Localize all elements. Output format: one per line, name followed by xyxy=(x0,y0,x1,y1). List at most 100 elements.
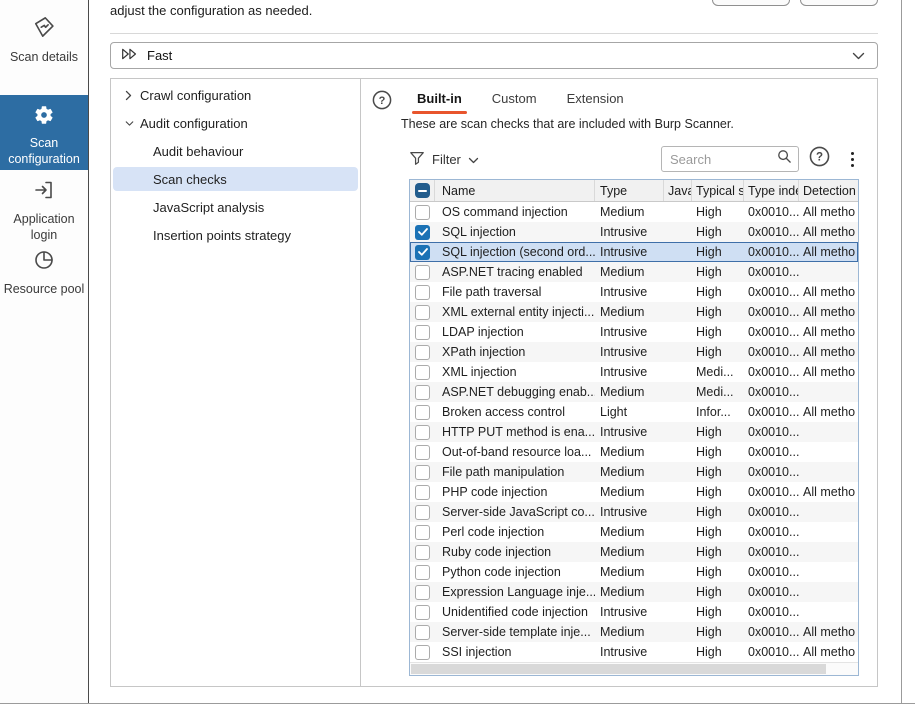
row-checkbox[interactable] xyxy=(415,344,430,360)
row-checkbox[interactable] xyxy=(415,224,430,240)
table-row[interactable]: Perl code injection Medium High 0x0010..… xyxy=(410,522,858,542)
row-checkbox[interactable] xyxy=(415,544,430,560)
tab-built-in[interactable]: Built-in xyxy=(412,89,467,114)
tree-item-insertion-points-strategy[interactable]: Insertion points strategy xyxy=(111,221,360,249)
table-row[interactable]: Python code injection Medium High 0x0010… xyxy=(410,562,858,582)
tree-item-scan-checks[interactable]: Scan checks xyxy=(113,167,358,191)
row-checkbox[interactable] xyxy=(415,204,430,220)
cell-name: Server-side JavaScript co... xyxy=(442,505,595,519)
tree-item-javascript-analysis[interactable]: JavaScript analysis xyxy=(111,193,360,221)
header-cell-type-index[interactable]: Type inde xyxy=(744,180,799,201)
header-cell-type[interactable]: Type xyxy=(595,180,664,201)
cell-name: Ruby code injection xyxy=(442,545,552,559)
table-row[interactable]: SSI injection Intrusive High 0x0010... A… xyxy=(410,642,858,662)
row-checkbox[interactable] xyxy=(415,384,430,400)
row-checkbox[interactable] xyxy=(415,304,430,320)
sidebar-item-resource-pool[interactable]: Resource pool xyxy=(0,248,88,297)
cell-java xyxy=(664,582,692,602)
table-row[interactable]: SQL injection Intrusive High 0x0010... A… xyxy=(410,222,858,242)
table-row[interactable]: OS command injection Medium High 0x0010.… xyxy=(410,202,858,222)
cell-type: Intrusive xyxy=(600,425,648,439)
table-row[interactable]: Ruby code injection Medium High 0x0010..… xyxy=(410,542,858,562)
row-checkbox[interactable] xyxy=(415,264,430,280)
svg-text:?: ? xyxy=(379,95,386,107)
row-checkbox[interactable] xyxy=(415,324,430,340)
scan-profile-select[interactable]: Fast xyxy=(110,42,878,69)
cell-java xyxy=(664,442,692,462)
row-checkbox[interactable] xyxy=(415,504,430,520)
row-checkbox[interactable] xyxy=(415,524,430,540)
table-row[interactable]: HTTP PUT method is ena... Intrusive High… xyxy=(410,422,858,442)
table-row[interactable]: ASP.NET tracing enabled Medium High 0x00… xyxy=(410,262,858,282)
cell-java xyxy=(664,542,692,562)
top-action-button-2[interactable] xyxy=(800,0,878,6)
scrollbar-thumb[interactable] xyxy=(411,664,826,674)
tree-item-label: Audit configuration xyxy=(140,115,248,131)
cell-detection xyxy=(799,442,859,462)
table-row[interactable]: XPath injection Intrusive High 0x0010...… xyxy=(410,342,858,362)
table-row[interactable]: XML external entity injecti... Medium Hi… xyxy=(410,302,858,322)
row-checkbox[interactable] xyxy=(415,624,430,640)
cell-type: Medium xyxy=(600,525,645,539)
sidebar-item-scan-configuration[interactable]: Scan configuration xyxy=(0,95,88,170)
top-action-button-1[interactable] xyxy=(712,0,790,6)
tab-custom[interactable]: Custom xyxy=(490,89,539,112)
cell-typical-severity: High xyxy=(696,605,722,619)
chevron-right-icon xyxy=(125,90,134,101)
search-input[interactable] xyxy=(670,151,777,167)
cell-detection xyxy=(799,562,859,582)
cell-type-index: 0x0010... xyxy=(748,545,799,559)
table-row[interactable]: ASP.NET debugging enab... Medium Medi...… xyxy=(410,382,858,402)
top-divider xyxy=(110,33,878,34)
table-row[interactable]: PHP code injection Medium High 0x0010...… xyxy=(410,482,858,502)
row-checkbox[interactable] xyxy=(415,584,430,600)
header-cell-typical-severity[interactable]: Typical s xyxy=(692,180,744,201)
tree-item-crawl-configuration[interactable]: Crawl configuration xyxy=(111,81,360,109)
table-row[interactable]: SQL injection (second ord... Intrusive H… xyxy=(410,242,858,262)
select-all-checkbox[interactable] xyxy=(414,183,430,198)
table-row[interactable]: Server-side template inje... Medium High… xyxy=(410,622,858,642)
table-row[interactable]: Broken access control Light Infor... 0x0… xyxy=(410,402,858,422)
table-row[interactable]: Expression Language inje... Medium High … xyxy=(410,582,858,602)
table-row[interactable]: File path traversal Intrusive High 0x001… xyxy=(410,282,858,302)
tree-item-audit-configuration[interactable]: Audit configuration xyxy=(111,109,360,137)
table-row[interactable]: Server-side JavaScript co... Intrusive H… xyxy=(410,502,858,522)
row-checkbox[interactable] xyxy=(415,644,430,660)
kebab-menu-icon[interactable] xyxy=(845,150,859,169)
cell-type-index: 0x0010... xyxy=(748,625,799,639)
sidebar-item-scan-details[interactable]: Scan details xyxy=(0,14,88,65)
header-cell-java[interactable]: Java xyxy=(664,180,692,201)
header-cell-checkbox[interactable] xyxy=(410,180,435,201)
help-icon[interactable]: ? xyxy=(809,146,830,172)
cell-java xyxy=(664,642,692,662)
table-row[interactable]: Out-of-band resource loa... Medium High … xyxy=(410,442,858,462)
row-checkbox[interactable] xyxy=(415,444,430,460)
cell-java xyxy=(664,382,692,402)
cell-typical-severity: High xyxy=(696,325,722,339)
table-row[interactable]: LDAP injection Intrusive High 0x0010... … xyxy=(410,322,858,342)
cell-typical-severity: High xyxy=(696,545,722,559)
row-checkbox[interactable] xyxy=(415,404,430,420)
filter-button[interactable]: Filter xyxy=(409,150,479,169)
table-row[interactable]: XML injection Intrusive Medi... 0x0010..… xyxy=(410,362,858,382)
table-body: OS command injection Medium High 0x0010.… xyxy=(410,202,858,662)
row-checkbox[interactable] xyxy=(415,284,430,300)
help-icon[interactable]: ? xyxy=(372,90,392,115)
tree-item-audit-behaviour[interactable]: Audit behaviour xyxy=(111,137,360,165)
table-row[interactable]: Unidentified code injection Intrusive Hi… xyxy=(410,602,858,622)
row-checkbox[interactable] xyxy=(415,364,430,380)
table-row[interactable]: File path manipulation Medium High 0x001… xyxy=(410,462,858,482)
row-checkbox[interactable] xyxy=(415,464,430,480)
horizontal-scrollbar[interactable] xyxy=(410,662,858,675)
row-checkbox[interactable] xyxy=(415,484,430,500)
header-cell-detection[interactable]: Detection xyxy=(799,180,859,201)
cell-type-index: 0x0010... xyxy=(748,285,799,299)
row-checkbox[interactable] xyxy=(415,564,430,580)
row-checkbox[interactable] xyxy=(415,244,430,260)
sidebar-item-application-login[interactable]: Application login xyxy=(0,178,88,243)
tab-extension[interactable]: Extension xyxy=(565,89,626,112)
row-checkbox[interactable] xyxy=(415,604,430,620)
cell-name: File path traversal xyxy=(442,285,542,299)
row-checkbox[interactable] xyxy=(415,424,430,440)
header-cell-name[interactable]: Name xyxy=(435,180,595,201)
